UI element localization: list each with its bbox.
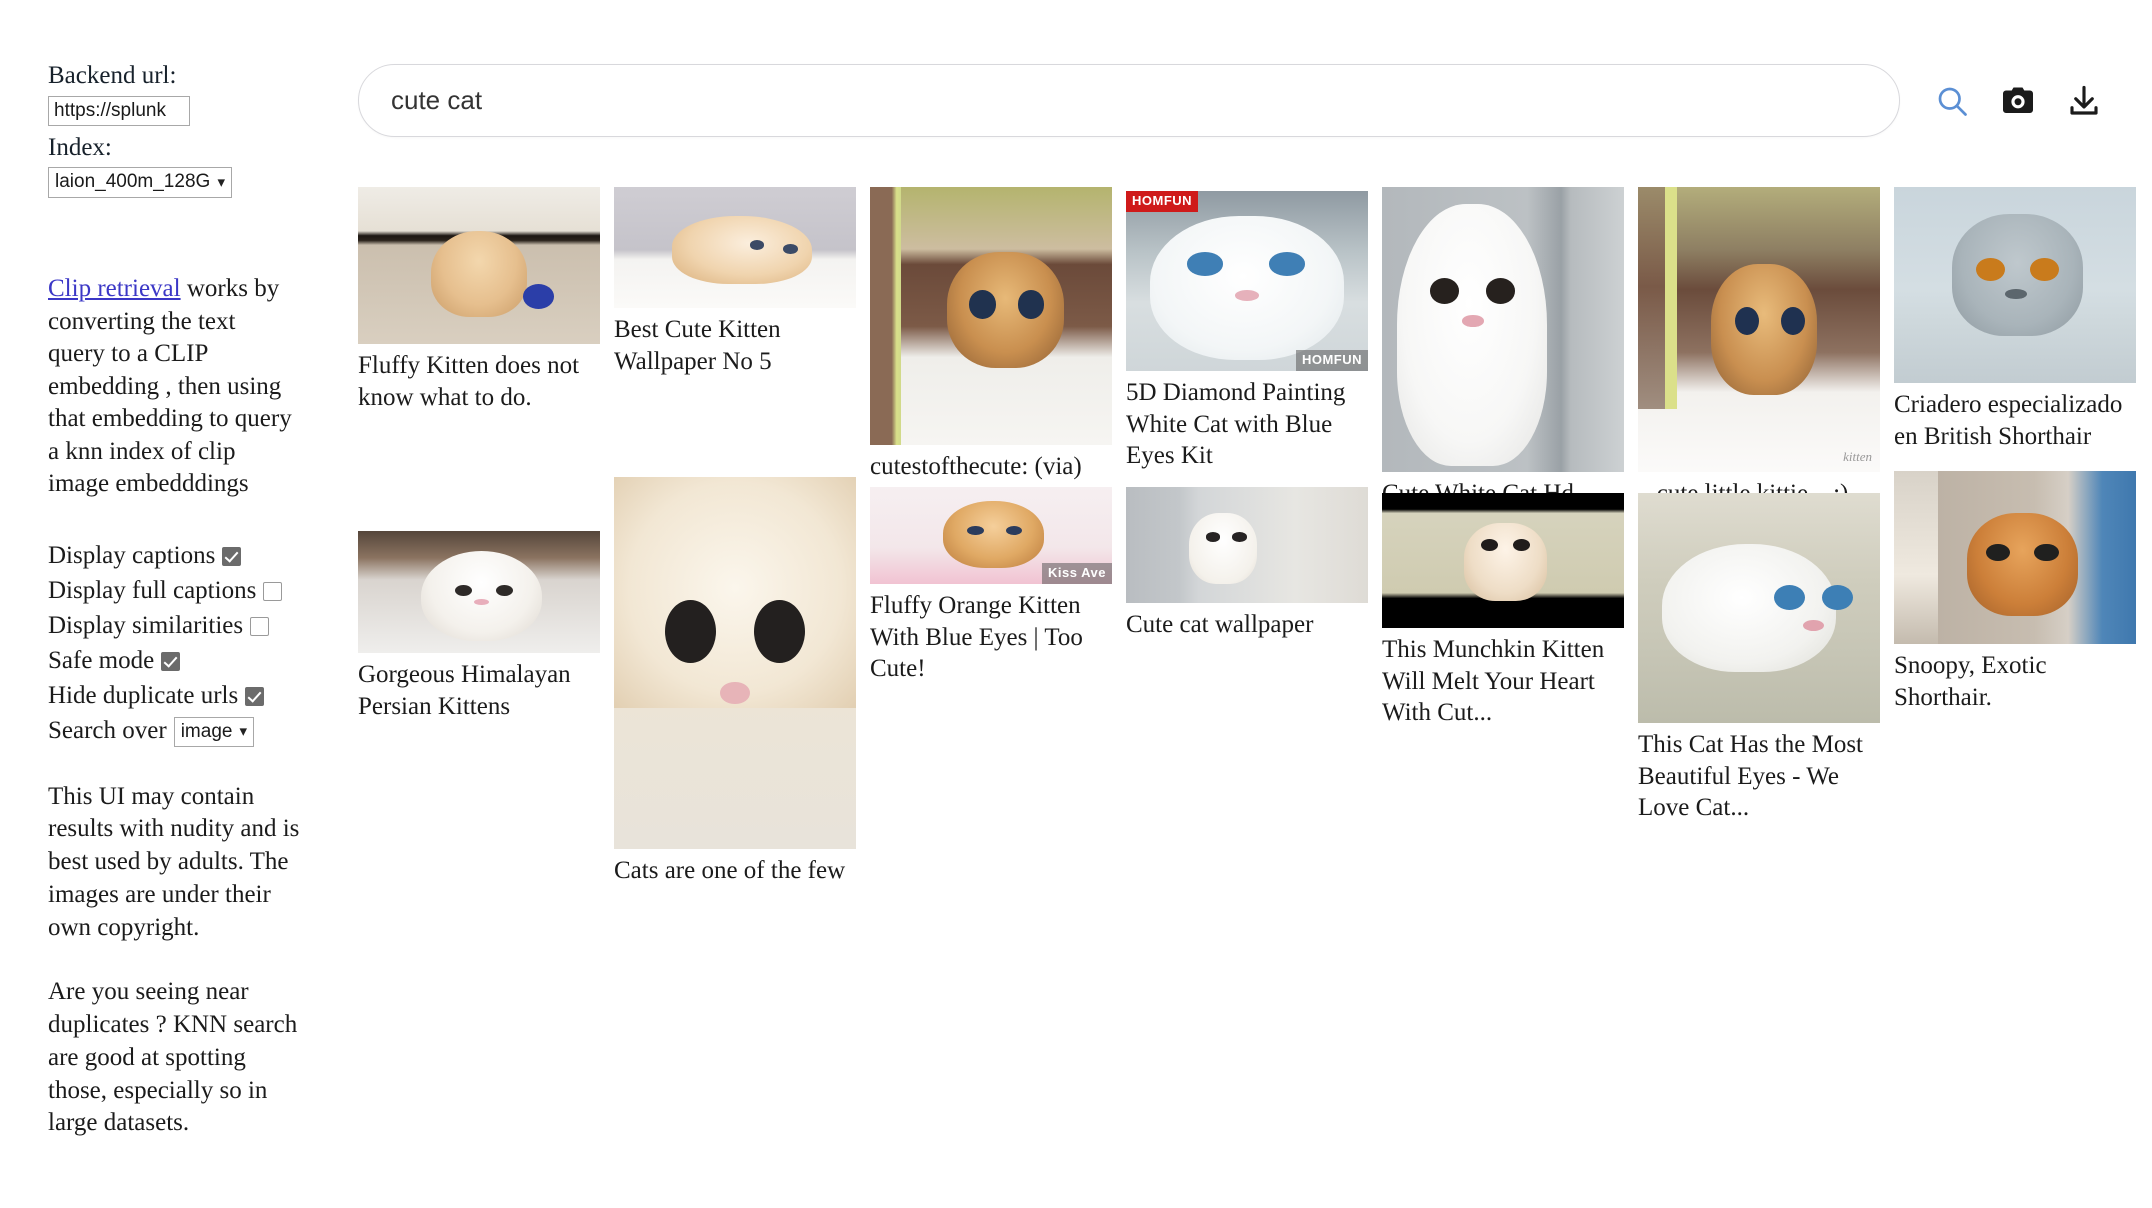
result-card[interactable]: Cute White Cat Hd <box>1382 187 1624 510</box>
result-thumbnail[interactable] <box>1894 471 2136 644</box>
option-safe-mode[interactable]: Safe mode <box>48 644 318 677</box>
main-content: Fluffy Kitten does not know what to do. … <box>310 0 2152 1208</box>
backend-url-label: Backend url: <box>48 62 177 89</box>
chevron-down-icon: ▾ <box>239 722 247 740</box>
image-watermark: Kiss Ave <box>1042 563 1112 584</box>
search-over-select[interactable]: image ▾ <box>173 716 254 747</box>
search-input-wrapper[interactable] <box>358 64 1900 137</box>
result-caption: Fluffy Orange Kitten With Blue Eyes | To… <box>870 592 1083 682</box>
nudity-disclaimer: This UI may contain results with nudity … <box>48 782 300 941</box>
index-label: Index: <box>48 133 112 161</box>
search-input[interactable] <box>389 84 1869 117</box>
clip-retrieval-app: Backend url: https://splunk Index: laion… <box>0 0 2152 1208</box>
result-card[interactable]: kitten ...cute little kittie... :) <box>1638 187 1880 510</box>
option-display-captions[interactable]: Display captions <box>48 539 318 572</box>
result-thumbnail[interactable]: kitten <box>1638 187 1880 472</box>
option-label: Display similarities <box>48 611 244 639</box>
search-over-label: Search over <box>48 716 167 744</box>
option-display-full-captions[interactable]: Display full captions <box>48 574 318 607</box>
hide-duplicate-urls-checkbox[interactable] <box>245 686 265 706</box>
option-label: Display full captions <box>48 576 257 604</box>
result-card[interactable]: Cute cat wallpaper <box>1126 487 1368 641</box>
result-card[interactable]: cutestofthecute: (via) <box>870 187 1112 483</box>
result-card[interactable]: Gorgeous Himalayan Persian Kittens <box>358 531 600 722</box>
search-over-value: image <box>180 720 233 742</box>
option-display-similarities[interactable]: Display similarities <box>48 609 318 642</box>
sidebar: Backend url: https://splunk Index: laion… <box>0 0 310 1208</box>
options-list: Display captions Display full captions D… <box>48 539 318 747</box>
result-card[interactable]: Fluffy Kitten does not know what to do. <box>358 187 600 413</box>
result-caption: Criadero especializado en British Shorth… <box>1894 391 2123 450</box>
search-actions <box>1930 79 2106 123</box>
option-search-over: Search over image ▾ <box>48 714 318 747</box>
result-thumbnail[interactable] <box>358 531 600 653</box>
result-card[interactable]: Cats are one of the few <box>614 477 856 887</box>
result-card[interactable]: This Cat Has the Most Beautiful Eyes - W… <box>1638 493 1880 824</box>
result-thumbnail[interactable] <box>1382 493 1624 628</box>
result-thumbnail[interactable] <box>1126 487 1368 603</box>
duplicates-note: Are you seeing near duplicates ? KNN sea… <box>48 978 298 1137</box>
about-paragraph: Clip retrieval works by converting the t… <box>48 273 298 501</box>
result-caption: Best Cute Kitten Wallpaper No 5 <box>614 316 781 375</box>
index-select-value: laion_400m_128G <box>55 171 211 193</box>
index-select[interactable]: laion_400m_128G ▾ <box>48 167 232 198</box>
result-card[interactable]: This Munchkin Kitten Will Melt Your Hear… <box>1382 493 1624 729</box>
display-captions-checkbox[interactable] <box>222 546 242 566</box>
result-caption: Fluffy Kitten does not know what to do. <box>358 352 580 411</box>
option-hide-duplicate-urls[interactable]: Hide duplicate urls <box>48 679 318 712</box>
camera-icon[interactable] <box>1996 79 2040 123</box>
display-similarities-checkbox[interactable] <box>250 616 270 636</box>
result-card[interactable]: Best Cute Kitten Wallpaper No 5 <box>614 187 856 377</box>
option-label: Safe mode <box>48 646 155 674</box>
result-thumbnail[interactable] <box>1382 187 1624 472</box>
result-card[interactable]: Criadero especializado en British Shorth… <box>1894 187 2136 452</box>
result-thumbnail[interactable]: Kiss Ave <box>870 487 1112 584</box>
result-caption: 5D Diamond Painting White Cat with Blue … <box>1126 379 1346 469</box>
results-grid: Fluffy Kitten does not know what to do. … <box>358 187 2148 1187</box>
backend-url-input[interactable]: https://splunk <box>48 95 190 126</box>
result-caption: Snoopy, Exotic Shorthair. <box>1894 652 2047 711</box>
result-card[interactable]: Snoopy, Exotic Shorthair. <box>1894 471 2136 713</box>
result-caption: Cats are one of the few <box>614 857 846 884</box>
result-caption: Cute cat wallpaper <box>1126 611 1314 638</box>
result-card[interactable]: HOMFUN HOMFUN 5D Diamond Painting White … <box>1126 191 1368 472</box>
chevron-down-icon: ▾ <box>217 173 225 191</box>
search-icon[interactable] <box>1930 79 1974 123</box>
brand-badge-top: HOMFUN <box>1126 191 1199 212</box>
result-thumbnail[interactable] <box>358 187 600 344</box>
result-card[interactable]: Kiss Ave Fluffy Orange Kitten With Blue … <box>870 487 1112 685</box>
download-icon[interactable] <box>2062 79 2106 123</box>
result-thumbnail[interactable] <box>1638 493 1880 723</box>
result-thumbnail[interactable] <box>870 187 1112 445</box>
result-thumbnail[interactable] <box>1894 187 2136 383</box>
result-caption: cutestofthecute: (via) <box>870 453 1082 480</box>
result-thumbnail[interactable] <box>614 477 856 849</box>
safe-mode-checkbox[interactable] <box>161 651 181 671</box>
about-text: works by converting the text query to a … <box>48 275 292 497</box>
clip-retrieval-link[interactable]: Clip retrieval <box>48 275 181 302</box>
option-label: Hide duplicate urls <box>48 681 239 709</box>
search-bar-row <box>310 0 2152 137</box>
result-thumbnail[interactable]: HOMFUN HOMFUN <box>1126 191 1368 371</box>
brand-badge-bottom: HOMFUN <box>1295 350 1368 371</box>
display-full-captions-checkbox[interactable] <box>263 581 283 601</box>
image-watermark: kitten <box>1843 449 1872 465</box>
result-caption: This Cat Has the Most Beautiful Eyes - W… <box>1638 731 1863 821</box>
option-label: Display captions <box>48 541 216 569</box>
result-thumbnail[interactable] <box>614 187 856 308</box>
result-caption: Gorgeous Himalayan Persian Kittens <box>358 661 571 720</box>
result-caption: This Munchkin Kitten Will Melt Your Hear… <box>1382 636 1605 726</box>
